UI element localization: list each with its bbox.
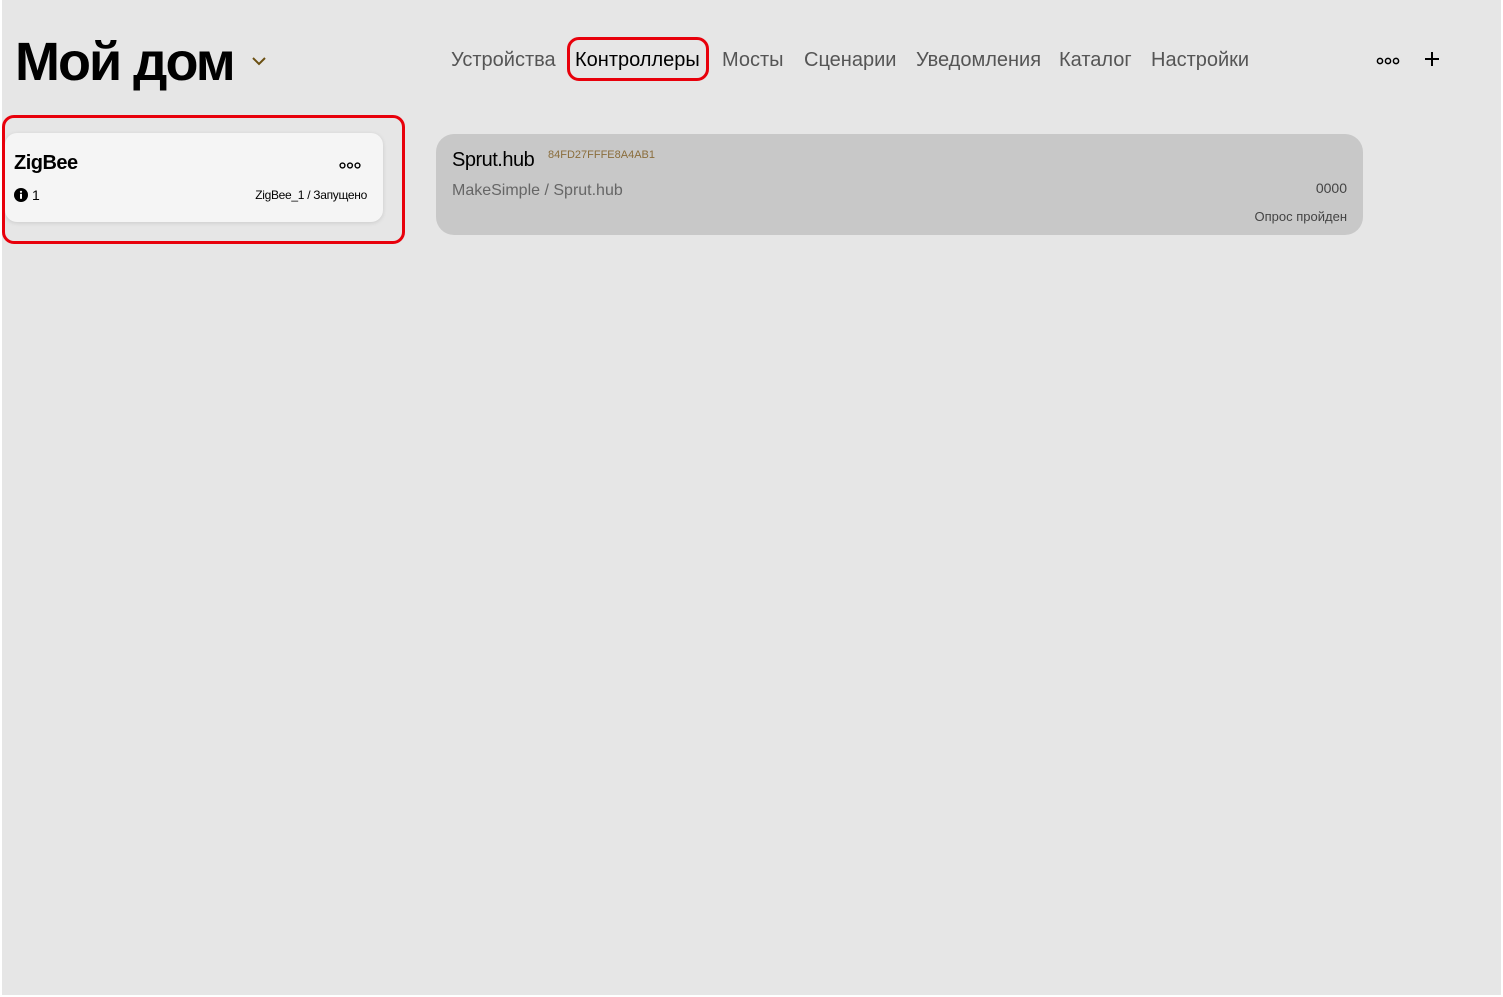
device-name: Sprut.hub [452, 149, 535, 171]
device-card[interactable]: Sprut.hub 84FD27FFFE8A4AB1 MakeSimple / … [436, 134, 1363, 235]
tab-settings[interactable]: Настройки [1151, 47, 1249, 73]
app-window: Мой дом Устройства Контроллеры Мосты Сце… [2, 0, 1501, 995]
tab-bridges[interactable]: Мосты [722, 47, 784, 73]
device-status: Опрос пройден [1254, 209, 1347, 224]
controller-name: ZigBee [14, 152, 78, 174]
tab-scenarios[interactable]: Сценарии [804, 47, 896, 73]
controller-count: 1 [32, 187, 40, 203]
tab-notifications[interactable]: Уведомления [916, 47, 1041, 73]
more-icon[interactable] [1376, 56, 1400, 66]
tab-controllers[interactable]: Контроллеры [575, 47, 700, 73]
plus-icon[interactable] [1424, 51, 1440, 67]
controller-status: ZigBee_1 / Запущено [255, 188, 367, 202]
home-title[interactable]: Мой дом [15, 30, 236, 94]
chevron-down-icon[interactable] [250, 52, 268, 70]
controller-card[interactable]: ZigBee 1 ZigBee_1 / Запущено [5, 133, 383, 222]
top-navigation: Мой дом Устройства Контроллеры Мосты Сце… [2, 0, 1501, 120]
device-manufacturer: MakeSimple / Sprut.hub [452, 182, 623, 199]
more-icon[interactable] [339, 161, 361, 170]
info-icon [14, 188, 28, 202]
tab-catalog[interactable]: Каталог [1059, 47, 1132, 73]
device-id: 84FD27FFFE8A4AB1 [548, 149, 655, 161]
tab-devices[interactable]: Устройства [451, 47, 556, 73]
device-code: 0000 [1315, 180, 1347, 196]
